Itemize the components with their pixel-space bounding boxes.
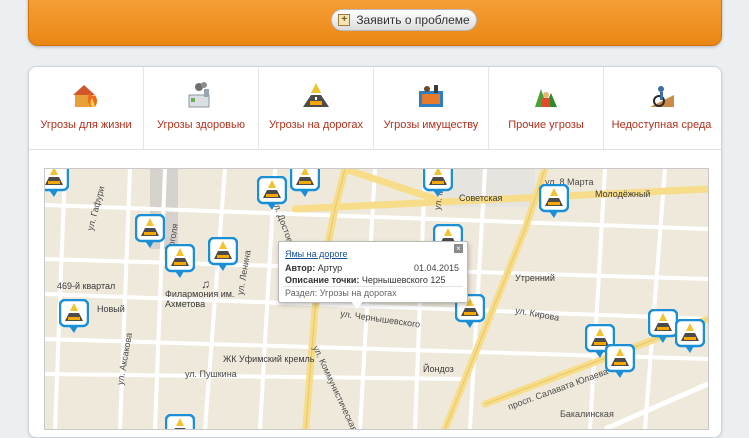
place-yondoz: Йондоз xyxy=(423,364,454,374)
popup-author-value: Артур xyxy=(317,263,343,273)
popup-desc-value: Чернышевского 125 xyxy=(361,275,446,285)
popup-tail xyxy=(350,300,364,309)
place-filarmoniya: Филармония им. Ахметова xyxy=(165,289,235,309)
plus-icon: + xyxy=(338,14,351,26)
map-marker[interactable] xyxy=(422,169,454,197)
popup-author-label: Автор: xyxy=(285,263,316,273)
road-threat-icon xyxy=(303,83,329,107)
street-bakalinskaya: Бакалинская xyxy=(560,409,614,419)
category-other-label: Прочие угрозы xyxy=(508,119,584,131)
map-marker[interactable] xyxy=(45,169,70,197)
place-utrenny: Утренний xyxy=(515,273,555,283)
map-marker[interactable] xyxy=(289,169,321,197)
map-marker[interactable] xyxy=(134,213,166,248)
map-marker[interactable] xyxy=(164,413,196,429)
music-note-icon: ♫ xyxy=(201,277,210,291)
place-novy: Новый xyxy=(97,304,125,314)
category-accessibility[interactable]: Недоступная среда xyxy=(604,67,719,149)
life-threat-icon xyxy=(73,85,97,107)
top-bar: + Заявить о проблеме xyxy=(28,0,722,46)
other-threat-icon xyxy=(535,89,557,107)
category-life-label: Угрозы для жизни xyxy=(40,119,132,131)
category-road[interactable]: Угрозы на дорогах xyxy=(259,67,374,149)
map-marker[interactable] xyxy=(604,343,636,378)
report-problem-button[interactable]: + Заявить о проблеме xyxy=(331,9,477,31)
popup-divider xyxy=(283,286,463,287)
popup-title-link[interactable]: Ямы на дороге xyxy=(285,249,348,259)
close-icon[interactable]: × xyxy=(454,244,463,253)
category-property[interactable]: Угрозы имуществу xyxy=(374,67,489,149)
category-bar: Угрозы для жизни Угрозы здоровью Угрозы … xyxy=(29,67,721,150)
category-health-label: Угрозы здоровью xyxy=(156,119,246,131)
popup-description: Описание точки: Чернышевского 125 xyxy=(285,275,445,285)
category-road-label: Угрозы на дорогах xyxy=(268,119,364,131)
popup-author: Автор: Артур xyxy=(285,263,342,273)
map-marker[interactable] xyxy=(538,183,570,218)
popup-section: Раздел: Угрозы на дорогах xyxy=(285,288,397,298)
place-ufimsky-kreml: ЖК Уфимский кремль xyxy=(223,354,315,364)
category-health[interactable]: Угрозы здоровью xyxy=(144,67,259,149)
map-view[interactable]: ул. 8 Марта ул. Достоевского ул. Гафури … xyxy=(44,168,709,430)
accessibility-icon xyxy=(649,86,674,107)
map-marker[interactable] xyxy=(256,175,288,210)
category-other[interactable]: Прочие угрозы xyxy=(489,67,604,149)
place-sovetskaya: Советская xyxy=(459,193,503,203)
map-marker[interactable] xyxy=(164,243,196,278)
map-marker[interactable] xyxy=(647,308,679,343)
place-469-kvartal: 469-й квартал xyxy=(57,281,116,291)
popup-desc-label: Описание точки: xyxy=(285,275,360,285)
map-marker[interactable] xyxy=(207,236,239,271)
info-popup: Ямы на дороге × Автор: Артур 01.04.2015 … xyxy=(278,241,468,303)
property-threat-icon xyxy=(419,85,443,107)
street-pushkina: ул. Пушкина xyxy=(185,369,237,379)
category-life[interactable]: Угрозы для жизни xyxy=(29,67,144,149)
report-problem-label: Заявить о проблеме xyxy=(356,13,470,27)
category-property-label: Угрозы имуществу xyxy=(383,119,479,131)
health-threat-icon xyxy=(188,82,210,108)
place-molodezhny: Молодёжный xyxy=(595,189,651,199)
category-accessibility-label: Недоступная среда xyxy=(611,119,712,131)
popup-date: 01.04.2015 xyxy=(413,263,459,273)
map-marker[interactable] xyxy=(674,318,706,353)
map-marker[interactable] xyxy=(58,298,90,333)
